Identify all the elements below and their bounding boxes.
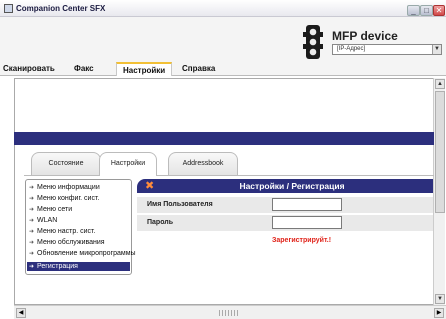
device-name: MFP device: [332, 29, 398, 43]
username-field[interactable]: [272, 198, 342, 211]
arrow-icon: ➜: [29, 229, 35, 235]
header-band: [14, 132, 434, 145]
arrow-icon: ➜: [29, 207, 35, 213]
arrow-icon: ➜: [29, 264, 35, 270]
scroll-right-icon[interactable]: ▶: [434, 308, 444, 318]
sidebar-item-network[interactable]: ➜ Меню сети: [29, 206, 72, 213]
minimize-button[interactable]: _: [407, 5, 420, 16]
scroll-up-icon[interactable]: ▲: [435, 79, 445, 89]
traffic-light-icon: [303, 25, 323, 59]
subtab-status[interactable]: Состояние: [31, 152, 101, 175]
chevron-down-icon[interactable]: ▼: [432, 45, 441, 54]
tab-settings[interactable]: Настройки: [116, 62, 173, 76]
panel-header: ✖ Настройки / Регистрация: [137, 179, 433, 193]
app-icon: [4, 4, 13, 13]
arrow-icon: ➜: [29, 185, 35, 191]
title-bar: Companion Center SFX _ □ ✕: [0, 0, 446, 17]
scroll-thumb[interactable]: [435, 91, 445, 213]
sidebar-item-registration[interactable]: ➜ Регистрация: [27, 262, 130, 271]
sidebar-item-firmware-update[interactable]: ➜ Обновление микропрограммы: [29, 250, 136, 257]
sidebar-item-system-config[interactable]: ➜ Меню конфиг. сист.: [29, 195, 99, 202]
subtab-addressbook[interactable]: Addressbook: [168, 152, 238, 175]
maximize-button[interactable]: □: [420, 5, 433, 16]
horizontal-scrollbar[interactable]: ◀ ▶: [14, 305, 446, 319]
username-row: Имя Пользователя: [137, 197, 433, 214]
arrow-icon: ➜: [29, 218, 35, 224]
window-title: Companion Center SFX: [16, 4, 106, 13]
subtab-settings[interactable]: Настройки: [99, 152, 157, 176]
ip-address-select[interactable]: [IP-Адрес] ▼: [332, 44, 442, 55]
tab-divider: [24, 175, 434, 176]
scroll-left-icon[interactable]: ◀: [16, 308, 26, 318]
password-label: Пароль: [147, 219, 174, 226]
tab-help[interactable]: Справка: [182, 62, 215, 76]
register-link[interactable]: Зарегистрируйт.!: [272, 237, 331, 244]
username-label: Имя Пользователя: [147, 201, 213, 208]
scroll-down-icon[interactable]: ▼: [435, 294, 445, 304]
device-header: MFP device [IP-Адрес] ▼: [0, 17, 446, 61]
arrow-icon: ➜: [29, 251, 35, 257]
settings-menu: ➜ Меню информации ➜ Меню конфиг. сист. ➜ Ме…: [25, 179, 136, 275]
arrow-icon: ➜: [29, 196, 35, 202]
vertical-scrollbar[interactable]: ▲ ▼: [433, 78, 445, 305]
scroll-grip[interactable]: [219, 310, 239, 316]
close-button[interactable]: ✕: [433, 5, 445, 16]
sidebar-item-system-setup[interactable]: ➜ Меню настр. сист.: [29, 228, 95, 235]
main-menu: Сканировать Факс Настройки Справка: [0, 61, 446, 76]
tab-fax[interactable]: Факс: [74, 62, 94, 76]
arrow-icon: ➜: [29, 240, 35, 246]
tab-scan[interactable]: Сканировать: [3, 62, 55, 76]
ip-select-value: [IP-Адрес]: [337, 46, 366, 52]
sidebar-item-maintenance[interactable]: ➜ Меню обслуживания: [29, 239, 105, 246]
panel-title: Настройки / Регистрация: [239, 181, 345, 191]
sidebar-item-info[interactable]: ➜ Меню информации: [29, 184, 100, 191]
sidebar-item-wlan[interactable]: ➜ WLAN: [29, 217, 57, 224]
password-row: Пароль: [137, 215, 433, 232]
password-field[interactable]: [272, 216, 342, 229]
